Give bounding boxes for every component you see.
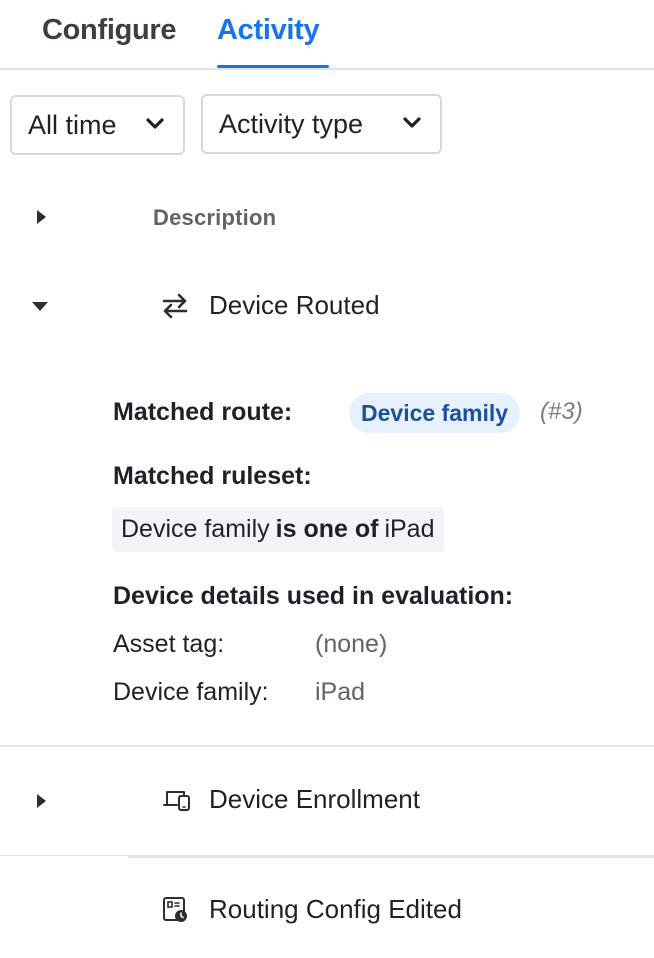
matched-ruleset-label: Matched ruleset:: [113, 462, 312, 490]
detail-key-asset-tag: Asset tag:: [113, 630, 225, 658]
devices-icon: [163, 791, 190, 811]
detail-value-asset-tag: (none): [315, 630, 388, 658]
rule-field: Device family: [121, 515, 270, 543]
detail-key-device-family: Device family:: [113, 678, 269, 706]
activity-type-filter-label: Activity type: [219, 108, 364, 139]
rule-value: iPad: [384, 515, 435, 543]
rule-operator: is one of: [275, 515, 379, 543]
device-details-label: Device details used in evaluation:: [113, 582, 514, 610]
chevron-down-icon: [146, 118, 164, 129]
matched-route-index: (#3): [540, 398, 583, 425]
activity-row-title[interactable]: Device Routed: [209, 290, 380, 321]
activity-row-title[interactable]: Routing Config Edited: [209, 894, 462, 925]
tabs-divider: [0, 68, 654, 70]
expand-all-caret-icon[interactable]: [34, 209, 48, 225]
matched-route-badge[interactable]: Device family: [349, 393, 521, 433]
column-header-description: Description: [153, 205, 277, 230]
ruleset-condition: Device family is one of iPad: [112, 507, 444, 552]
tab-configure[interactable]: Configure: [42, 14, 177, 47]
time-filter-label: All time: [28, 109, 117, 140]
expand-caret-icon[interactable]: [34, 793, 48, 809]
config-edit-icon: [163, 897, 187, 922]
swap-arrows-icon: [162, 293, 188, 319]
row-divider: [0, 855, 130, 856]
chevron-down-icon: [403, 117, 421, 128]
collapse-caret-icon[interactable]: [31, 300, 49, 312]
tab-activity[interactable]: Activity: [217, 14, 320, 47]
detail-value-device-family: iPad: [315, 678, 366, 706]
time-filter-dropdown[interactable]: All time: [10, 95, 185, 155]
matched-route-label: Matched route:: [113, 398, 293, 426]
activity-type-filter-dropdown[interactable]: Activity type: [201, 94, 442, 154]
row-divider: [0, 745, 654, 747]
activity-row-title[interactable]: Device Enrollment: [209, 784, 420, 815]
row-divider: [128, 855, 654, 858]
